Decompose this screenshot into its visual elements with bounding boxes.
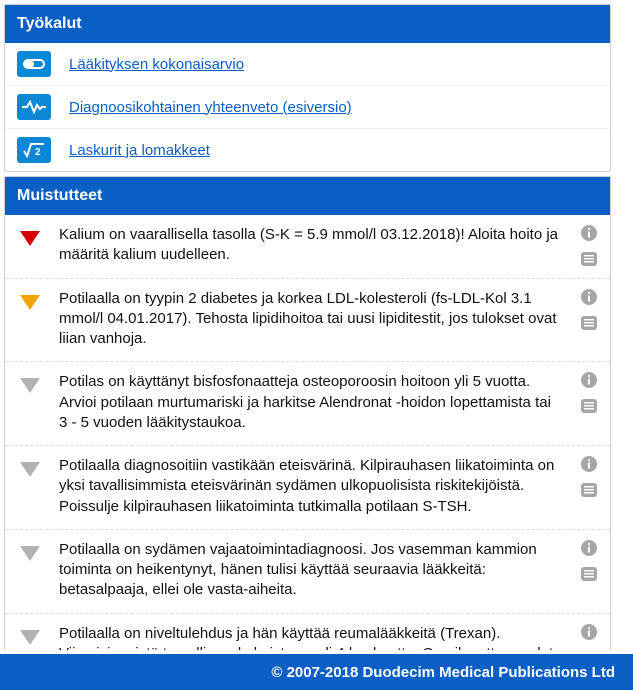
tool-item-diagnosis-summary[interactable]: Diagnoosikohtainen yhteenveto (esiversio… [5,86,610,129]
list-icon[interactable] [579,480,599,500]
severity-icon [15,289,45,310]
severity-icon [15,624,45,645]
list-icon[interactable] [579,249,599,269]
reminder-item: Potilas on käyttänyt bisfosfonaatteja os… [5,362,610,446]
reminder-text: Kalium on vaarallisella tasolla (S-K = 5… [59,225,600,266]
reminder-text: Potilaalla diagnosoitiin vastikään eteis… [59,456,600,517]
reminder-item: Potilaalla diagnosoitiin vastikään eteis… [5,446,610,530]
tool-link-label[interactable]: Diagnoosikohtainen yhteenveto (esiversio… [69,99,352,116]
main-scroll-area[interactable]: Työkalut Lääkityksen kokonaisarvio Diagn… [0,0,615,650]
tools-header: Työkalut [5,5,610,43]
severity-icon [15,540,45,561]
reminders-header: Muistutteet [5,177,610,215]
tool-link-label[interactable]: Lääkityksen kokonaisarvio [69,56,244,73]
tool-link-label[interactable]: Laskurit ja lomakkeet [69,142,210,159]
pill-icon [17,51,51,77]
tool-item-medication-review[interactable]: Lääkityksen kokonaisarvio [5,43,610,86]
list-icon[interactable] [579,564,599,584]
info-icon[interactable] [579,622,599,642]
reminder-text: Potilaalla on tyypin 2 diabetes ja korke… [59,289,600,350]
reminder-text: Potilas on käyttänyt bisfosfonaatteja os… [59,372,600,433]
reminder-item: Potilaalla on niveltulehdus ja hän käytt… [5,614,610,651]
svg-text:2: 2 [35,147,41,158]
list-icon[interactable] [579,396,599,416]
list-icon[interactable] [579,313,599,333]
tools-panel: Työkalut Lääkityksen kokonaisarvio Diagn… [4,4,611,172]
severity-icon [15,456,45,477]
info-icon[interactable] [579,287,599,307]
tool-item-calculators-forms[interactable]: 2 Laskurit ja lomakkeet [5,129,610,171]
info-icon[interactable] [579,538,599,558]
reminder-item: Kalium on vaarallisella tasolla (S-K = 5… [5,215,610,279]
info-icon[interactable] [579,223,599,243]
list-icon[interactable] [579,648,599,651]
info-icon[interactable] [579,370,599,390]
reminder-item: Potilaalla on sydämen vajaatoimintadiagn… [5,530,610,614]
reminder-item: Potilaalla on tyypin 2 diabetes ja korke… [5,279,610,363]
reminders-panel: Muistutteet Kalium on vaarallisella taso… [4,176,611,650]
info-icon[interactable] [579,454,599,474]
wave-icon [17,94,51,120]
sqrt-icon: 2 [17,137,51,163]
reminder-text: Potilaalla on sydämen vajaatoimintadiagn… [59,540,600,601]
footer-copyright: © 2007-2018 Duodecim Medical Publication… [0,654,633,690]
reminder-text: Potilaalla on niveltulehdus ja hän käytt… [59,624,600,651]
severity-icon [15,372,45,393]
severity-icon [15,225,45,246]
